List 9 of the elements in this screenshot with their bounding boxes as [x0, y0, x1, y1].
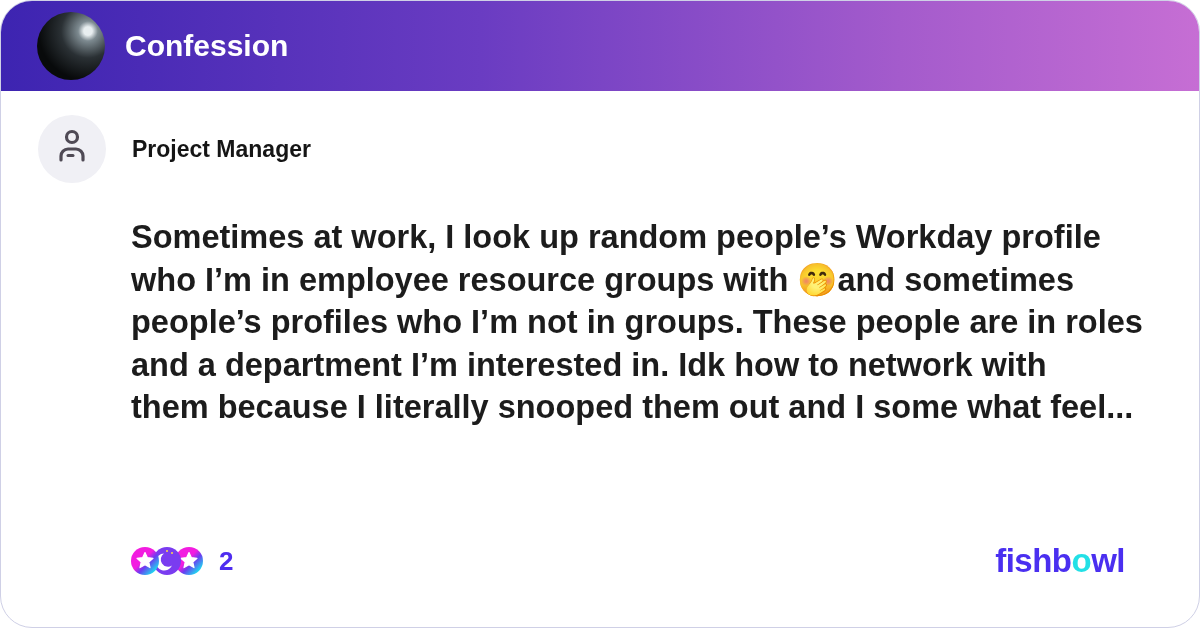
post-text: Sometimes at work, I look up random people’s Workday profile who I’m in employee resource groups with 🤭and sometimes people’s profiles who I’m not in groups. These people are in roles and a department I’m interested in. Idk how to network with them because I literally snooped them out and I some what feel...	[131, 218, 1144, 427]
logo-wordmark: fishbowl	[995, 541, 1125, 581]
crescent-moon-icon	[153, 547, 181, 575]
author-name: Project Manager	[132, 135, 311, 163]
star-badge-icon	[175, 547, 203, 575]
star-badge-icon	[131, 547, 159, 575]
user-avatar-icon	[38, 115, 106, 183]
reaction-count: 2	[219, 545, 234, 577]
group-title: Confession	[125, 29, 289, 63]
